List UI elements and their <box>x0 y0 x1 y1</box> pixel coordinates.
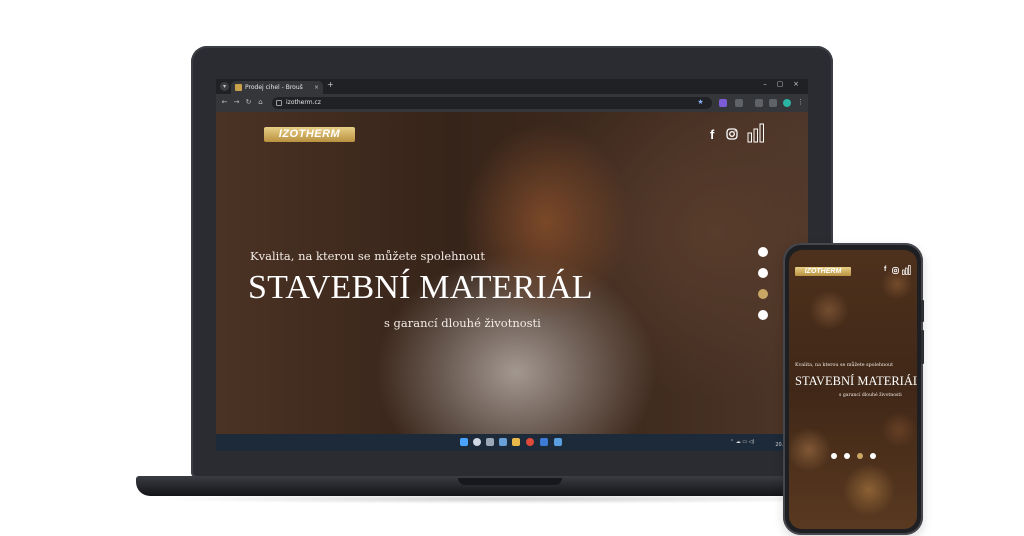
new-tab-button[interactable]: + <box>327 80 334 89</box>
profile-avatar[interactable] <box>783 99 791 107</box>
tab-search-icon[interactable]: ▾ <box>220 82 229 91</box>
widgets-icon[interactable] <box>499 438 507 446</box>
hero-headline: STAVEBNÍ MATERIÁL <box>248 269 593 306</box>
system-tray[interactable]: ⌃ ☁ ▭ ◁) <box>730 439 754 445</box>
download-icon[interactable] <box>769 99 777 107</box>
start-icon[interactable] <box>460 438 468 446</box>
phone-side-button <box>921 330 924 364</box>
browser-tabbar: ▾ Prodej cihel - Brouš × + – ▢ × <box>216 79 808 94</box>
mobile-instagram-icon[interactable] <box>892 267 899 276</box>
mobile-facebook-icon[interactable]: f <box>884 266 886 273</box>
tab-close-icon[interactable]: × <box>314 81 319 94</box>
hero-section: IZOTHERM f Kvalita, na kterou se můžete … <box>216 112 808 434</box>
menu-dots-icon[interactable]: ⋮ <box>796 98 805 106</box>
slider-dot[interactable] <box>758 310 768 320</box>
bars-icon[interactable] <box>747 123 765 148</box>
file-explorer-icon[interactable] <box>512 438 520 446</box>
search-icon[interactable] <box>473 438 481 446</box>
phone-overlay <box>789 250 917 529</box>
mobile-slider-dot[interactable] <box>844 453 850 459</box>
mobile-slider-dot[interactable] <box>870 453 876 459</box>
mobile-slider-dot-active[interactable] <box>857 453 863 459</box>
mobile-slider-dot[interactable] <box>831 453 837 459</box>
browser-tab[interactable]: Prodej cihel - Brouš × <box>231 81 323 94</box>
forward-icon[interactable]: → <box>232 98 241 106</box>
hero-kicker: Kvalita, na kterou se můžete spolehnout <box>250 249 485 263</box>
mobile-hero-subline: s garancí dlouhé životnosti <box>839 393 902 398</box>
close-window-button[interactable]: × <box>790 80 802 88</box>
slider-dot-active[interactable] <box>758 289 768 299</box>
puzzle-icon[interactable] <box>735 99 743 107</box>
mobile-bars-icon[interactable] <box>902 265 911 277</box>
phone-screen: IZOTHERM f Kvalita, na kterou se můžete … <box>789 250 917 529</box>
slider-dot[interactable] <box>758 268 768 278</box>
favicon-icon <box>235 84 242 91</box>
slider-dot[interactable] <box>758 247 768 257</box>
home-icon[interactable]: ⌂ <box>256 98 265 106</box>
site-logo[interactable]: IZOTHERM <box>264 127 355 142</box>
maximize-button[interactable]: ▢ <box>774 80 786 88</box>
laptop-notch <box>458 478 562 485</box>
site-info-icon[interactable] <box>276 100 282 106</box>
minimize-button[interactable]: – <box>759 80 771 88</box>
bookmark-star-icon[interactable]: ★ <box>696 98 705 106</box>
laptop-screen: ▾ Prodej cihel - Brouš × + – ▢ × ← → ↻ ⌂… <box>216 79 808 451</box>
mail-icon[interactable] <box>554 438 562 446</box>
back-icon[interactable]: ← <box>220 98 229 106</box>
facebook-icon[interactable]: f <box>710 127 714 142</box>
tab-title: Prodej cihel - Brouš <box>245 84 303 91</box>
address-bar[interactable]: izotherm.cz <box>272 97 712 109</box>
tab-search-icon[interactable] <box>755 99 763 107</box>
mobile-hero-headline: STAVEBNÍ MATERIÁL <box>795 374 917 388</box>
browser-toolbar: ← → ↻ ⌂ izotherm.cz ★ ⋮ <box>216 94 808 112</box>
chrome-icon[interactable] <box>526 438 534 446</box>
store-icon[interactable] <box>540 438 548 446</box>
instagram-icon[interactable] <box>726 127 738 145</box>
phone-side-button <box>921 300 924 322</box>
hero-subline: s garancí dlouhé životnosti <box>384 316 541 330</box>
os-taskbar: ⌃ ☁ ▭ ◁) 10:00 20.10.2023 <box>216 434 808 451</box>
extension-icon[interactable] <box>719 99 727 107</box>
mobile-logo[interactable]: IZOTHERM <box>795 267 851 276</box>
address-url: izotherm.cz <box>286 99 321 106</box>
mobile-hero-kicker: Kvalita, na kterou se můžete spolehnout <box>795 363 893 368</box>
reload-icon[interactable]: ↻ <box>244 98 253 106</box>
task-view-icon[interactable] <box>486 438 494 446</box>
